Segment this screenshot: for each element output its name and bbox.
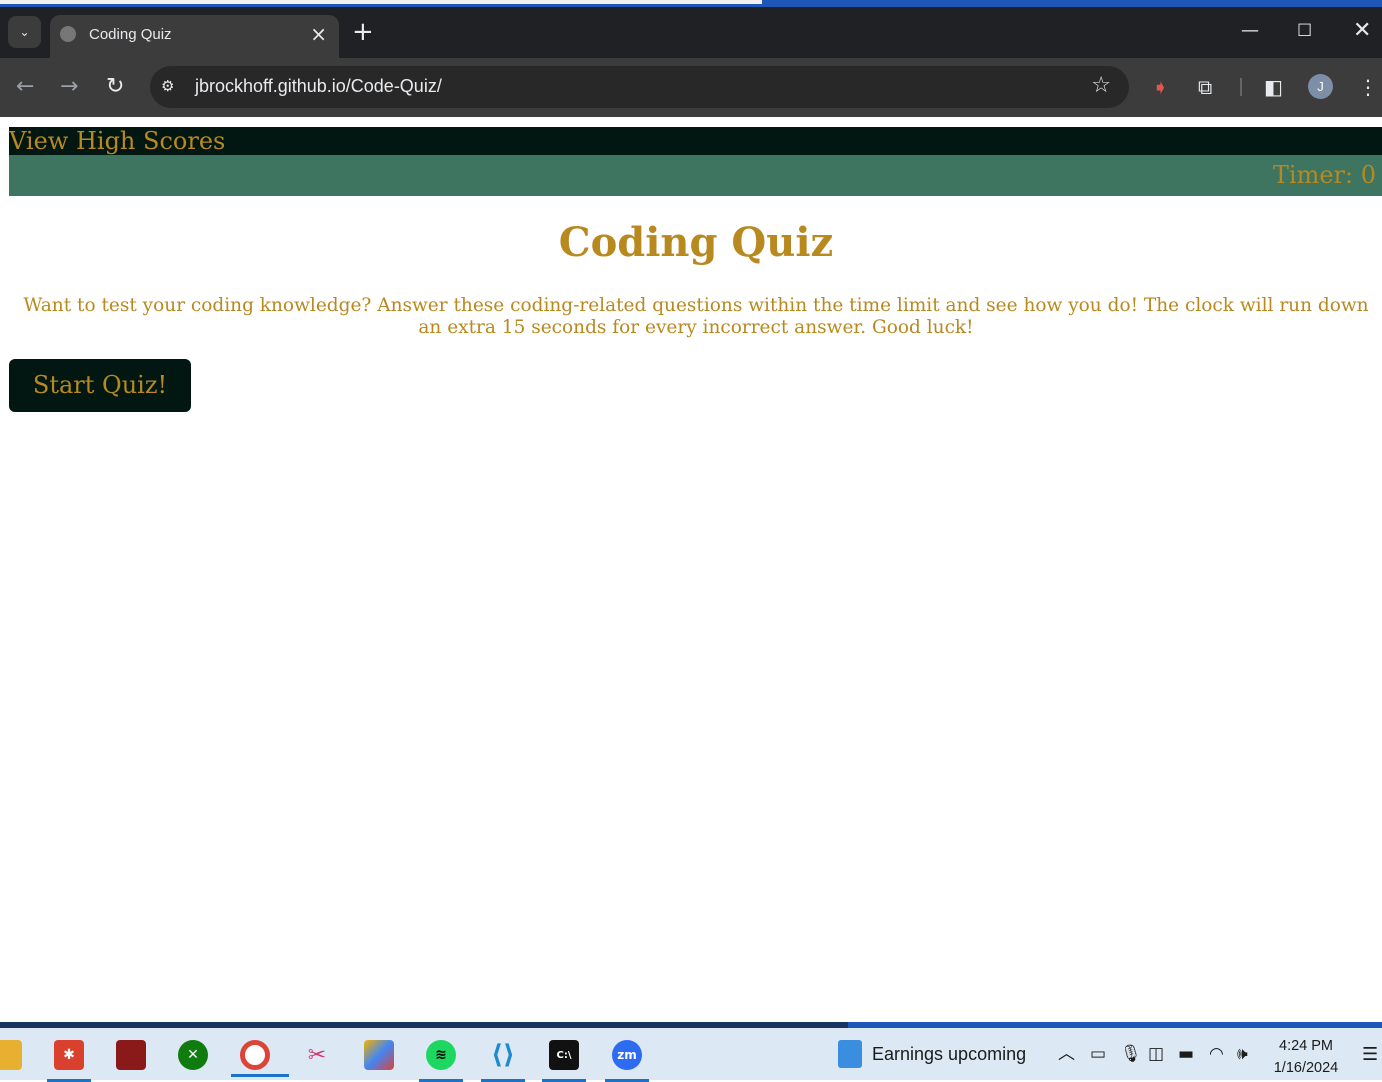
extensions-puzzle-icon[interactable]: ⧉: [1198, 75, 1212, 99]
app-red-icon[interactable]: ✱: [47, 1040, 91, 1082]
vscode-icon[interactable]: ⟨⟩: [481, 1040, 525, 1082]
show-hidden-icons-chevron-icon[interactable]: ︿: [1058, 1044, 1075, 1064]
side-panel-icon[interactable]: ◧: [1264, 75, 1283, 99]
camera-icon[interactable]: ▭: [1090, 1044, 1106, 1064]
tab-search-button[interactable]: ⌄: [8, 16, 41, 48]
globe-icon: [60, 26, 76, 42]
view-high-scores-link[interactable]: View High Scores: [9, 126, 225, 156]
browser-tab[interactable]: Coding Quiz ×: [50, 15, 339, 58]
app-dark-red-icon[interactable]: [116, 1040, 146, 1070]
extension-red-icon[interactable]: ➧: [1152, 75, 1169, 99]
windows-taskbar: ✱ ✕ ✂ ≋ ⟨⟩ C:\ zm Earnings upcoming ︿ ▭ …: [0, 1028, 1382, 1082]
xbox-icon[interactable]: ✕: [178, 1040, 208, 1070]
chevron-down-icon: ⌄: [19, 25, 30, 39]
timer-text: Timer: 0: [1272, 161, 1376, 189]
url-path: /Code-Quiz/: [345, 76, 442, 96]
tab-title: Coding Quiz: [89, 26, 172, 43]
news-widget[interactable]: Earnings upcoming: [838, 1040, 1026, 1068]
microphone-icon[interactable]: 🎙: [1120, 1044, 1142, 1064]
reload-button[interactable]: ↻: [106, 74, 124, 100]
profile-avatar[interactable]: J: [1308, 74, 1333, 99]
address-bar[interactable]: ⚙ jbrockhoff.github.io/Code-Quiz/ ☆: [150, 66, 1129, 108]
chrome-icon[interactable]: [231, 1040, 289, 1077]
page-title: Coding Quiz: [558, 219, 834, 266]
news-icon: [838, 1040, 862, 1068]
forward-button[interactable]: →: [60, 74, 78, 100]
zoom-icon[interactable]: zm: [605, 1040, 649, 1082]
intro-text: Want to test your coding knowledge? Answ…: [23, 295, 1369, 338]
url-text[interactable]: jbrockhoff.github.io/Code-Quiz/: [195, 76, 442, 97]
battery-icon[interactable]: ▬: [1178, 1044, 1194, 1064]
clock-date: 1/16/2024: [1273, 1060, 1339, 1076]
news-text: Earnings upcoming: [872, 1043, 1027, 1064]
close-tab-icon[interactable]: ×: [310, 22, 327, 46]
close-window-button[interactable]: ✕: [1353, 17, 1371, 45]
volume-icon[interactable]: 🕪: [1237, 1044, 1248, 1064]
bookmark-star-icon[interactable]: ☆: [1091, 73, 1111, 98]
wifi-icon[interactable]: ◠: [1209, 1044, 1224, 1064]
maximize-button[interactable]: ☐: [1297, 17, 1312, 45]
web-page: View High Scores Timer: 0 Coding Quiz Wa…: [0, 117, 1382, 1023]
browser-toolbar: ← → ↻ ⚙ jbrockhoff.github.io/Code-Quiz/ …: [0, 58, 1382, 117]
url-domain: jbrockhoff.github.io: [195, 76, 346, 96]
security-icon[interactable]: ◫: [1148, 1044, 1164, 1064]
start-quiz-button[interactable]: Start Quiz!: [9, 359, 191, 412]
new-tab-button[interactable]: +: [352, 17, 374, 47]
file-explorer-icon[interactable]: [0, 1040, 22, 1070]
kebab-menu-icon[interactable]: ⋮: [1358, 75, 1378, 99]
notification-icon[interactable]: ☰: [1362, 1044, 1378, 1065]
minimize-button[interactable]: —: [1241, 17, 1259, 45]
site-info-icon[interactable]: ⚙: [161, 77, 174, 95]
toolbar-separator: [1240, 78, 1242, 96]
spotify-icon[interactable]: ≋: [419, 1040, 463, 1082]
back-button[interactable]: ←: [16, 74, 34, 100]
snipping-tool-icon[interactable]: ✂: [302, 1040, 332, 1070]
terminal-icon[interactable]: C:\: [542, 1040, 586, 1082]
clock-time: 4:24 PM: [1279, 1038, 1333, 1054]
page-header: View High Scores: [9, 127, 1382, 155]
browser-tab-bar: ⌄ Coding Quiz × + — ☐ ✕: [0, 7, 1382, 58]
clock[interactable]: 4:24 PM 1/16/2024: [1268, 1035, 1344, 1079]
app-colorful-icon[interactable]: [364, 1040, 394, 1070]
timer-bar: Timer: 0: [9, 155, 1382, 196]
desktop-top-strip: [0, 0, 1382, 7]
